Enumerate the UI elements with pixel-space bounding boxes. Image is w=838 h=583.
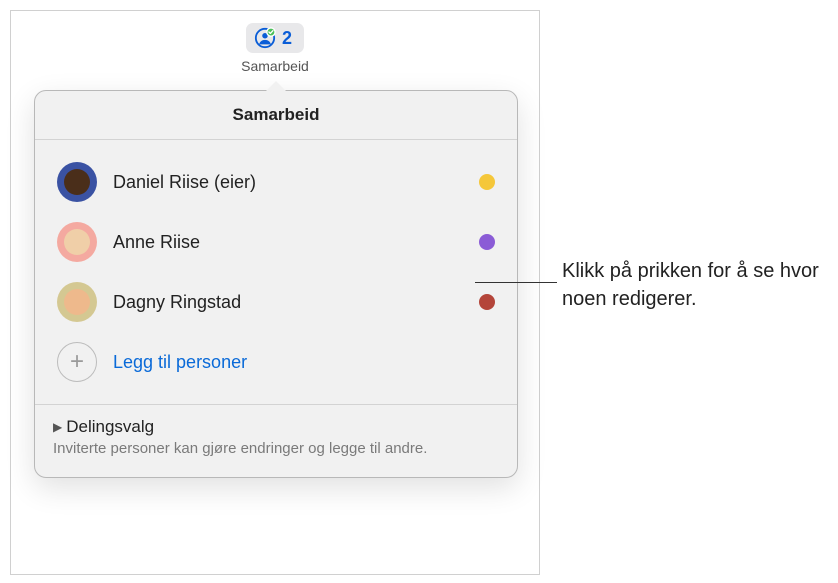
plus-icon: + xyxy=(57,342,97,382)
sharing-options-title: Delingsvalg xyxy=(66,417,154,437)
person-row[interactable]: Anne Riise xyxy=(51,212,501,272)
person-row[interactable]: Daniel Riise (eier) xyxy=(51,152,501,212)
collaborator-count: 2 xyxy=(282,28,292,49)
presence-dot[interactable] xyxy=(479,294,495,310)
add-people-label: Legg til personer xyxy=(113,352,247,373)
add-people-button[interactable]: + Legg til personer xyxy=(51,332,501,392)
callout-line xyxy=(475,282,557,283)
avatar xyxy=(57,222,97,262)
people-list: Daniel Riise (eier) Anne Riise Dagny Rin… xyxy=(35,140,517,404)
presence-dot[interactable] xyxy=(479,174,495,190)
callout-text: Klikk på prikken for å se hvor noen redi… xyxy=(562,257,822,313)
person-name: Daniel Riise (eier) xyxy=(113,172,463,193)
sharing-options-subtitle: Inviterte personer kan gjøre endringer o… xyxy=(53,439,499,459)
avatar xyxy=(57,162,97,202)
popover-title: Samarbeid xyxy=(35,91,517,140)
sharing-options[interactable]: ▶ Delingsvalg Inviterte personer kan gjø… xyxy=(35,404,517,477)
person-badge-icon xyxy=(254,27,276,49)
collaboration-popover: Samarbeid Daniel Riise (eier) Anne Riise xyxy=(34,90,518,478)
presence-dot[interactable] xyxy=(479,234,495,250)
collaborate-button[interactable]: 2 xyxy=(246,23,304,53)
person-name: Dagny Ringstad xyxy=(113,292,463,313)
collaborate-button-label: Samarbeid xyxy=(11,58,539,74)
person-name: Anne Riise xyxy=(113,232,463,253)
avatar xyxy=(57,282,97,322)
chevron-right-icon: ▶ xyxy=(53,420,62,434)
app-window: 2 Samarbeid Samarbeid Daniel Riise (eier… xyxy=(10,10,540,575)
person-row[interactable]: Dagny Ringstad xyxy=(51,272,501,332)
toolbar: 2 Samarbeid xyxy=(11,11,539,74)
